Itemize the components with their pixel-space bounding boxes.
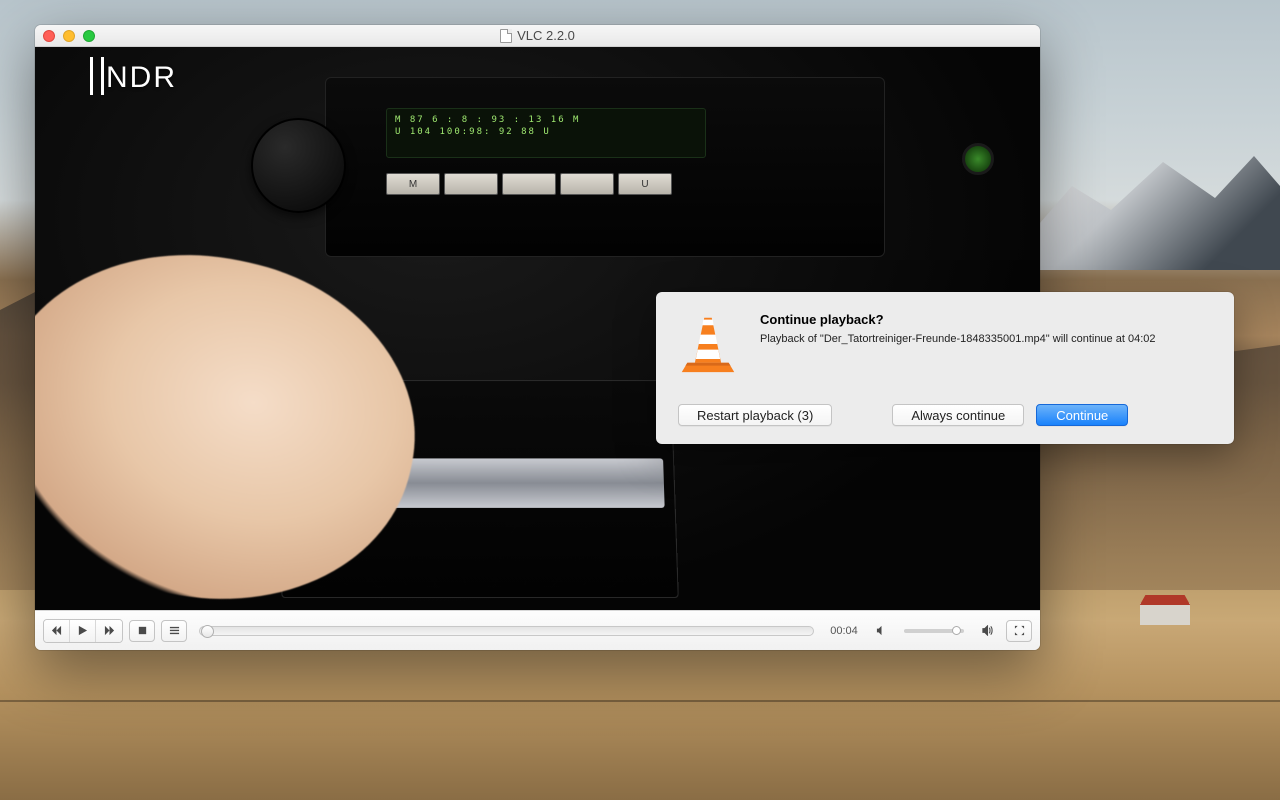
volume-slider[interactable] bbox=[904, 629, 964, 633]
volume-thumb[interactable] bbox=[952, 626, 961, 635]
seek-thumb[interactable] bbox=[201, 625, 214, 638]
vlc-cone-icon bbox=[678, 312, 738, 376]
playback-controls: 00:04 bbox=[35, 610, 1040, 650]
document-icon bbox=[500, 29, 512, 43]
always-continue-button[interactable]: Always continue bbox=[892, 404, 1024, 426]
volume-high-icon[interactable] bbox=[974, 620, 1000, 642]
window-title: VLC 2.2.0 bbox=[517, 28, 575, 43]
broadcaster-watermark: NDR bbox=[90, 57, 177, 95]
video-content-radio: M 87 6 : 8 : 93 : 13 16 M U 104 100:98: … bbox=[325, 77, 885, 257]
time-current: 00:04 bbox=[826, 625, 862, 637]
playlist-button[interactable] bbox=[161, 620, 187, 642]
continue-playback-dialog: Continue playback? Playback of "Der_Tato… bbox=[656, 292, 1234, 444]
dialog-message: Playback of "Der_Tatortreiniger-Freunde-… bbox=[760, 333, 1155, 345]
wallpaper-fence bbox=[0, 680, 1280, 740]
next-button[interactable] bbox=[96, 620, 122, 642]
wallpaper-house bbox=[1140, 603, 1190, 625]
previous-button[interactable] bbox=[44, 620, 70, 642]
wallpaper-snow-peak bbox=[1020, 150, 1280, 270]
fullscreen-button[interactable] bbox=[1006, 620, 1032, 642]
dialog-title: Continue playback? bbox=[760, 312, 1155, 327]
continue-button[interactable]: Continue bbox=[1036, 404, 1128, 426]
play-button[interactable] bbox=[70, 620, 96, 642]
stop-button[interactable] bbox=[129, 620, 155, 642]
desktop-wallpaper: VLC 2.2.0 M 87 6 : 8 : 93 : 13 16 M U 10… bbox=[0, 0, 1280, 800]
volume-low-icon[interactable] bbox=[868, 620, 894, 642]
seek-slider[interactable] bbox=[199, 626, 814, 636]
titlebar[interactable]: VLC 2.2.0 bbox=[35, 25, 1040, 47]
restart-playback-button[interactable]: Restart playback (3) bbox=[678, 404, 832, 426]
